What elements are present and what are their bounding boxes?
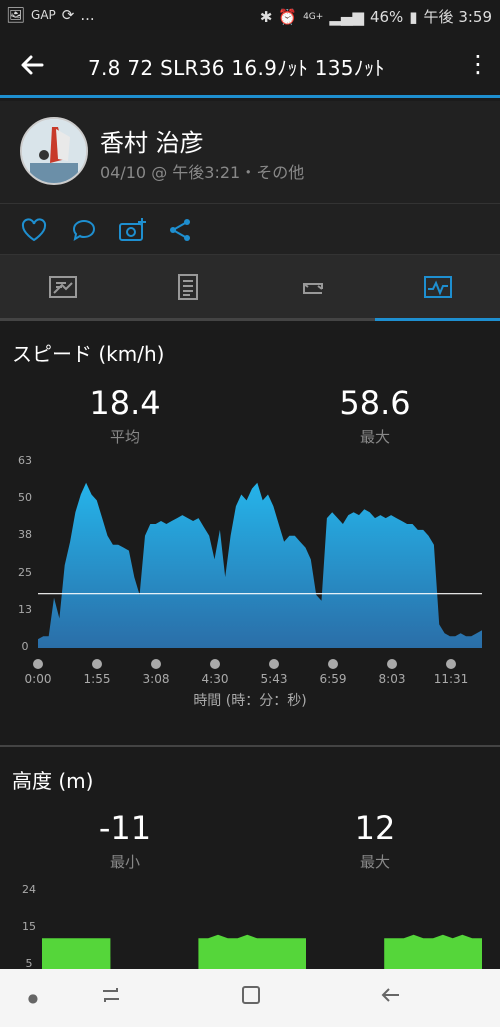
- add-photo-icon[interactable]: [118, 216, 146, 244]
- status-ellipsis: ...: [80, 6, 95, 24]
- status-app-label: GAP: [31, 8, 56, 22]
- avatar[interactable]: [20, 117, 88, 185]
- speed-max-label: 最大: [359, 428, 390, 446]
- bluetooth-icon: ✱: [259, 7, 273, 26]
- activity-header: 香村 治彦 04/10 @ 午後3:21・その他: [0, 101, 500, 204]
- chart-icon: [423, 275, 452, 298]
- speed-x-marker[interactable]: [328, 659, 338, 669]
- speed-avg-label: 平均: [109, 428, 140, 446]
- speed-x-tick: 3:08: [142, 672, 170, 686]
- tab-details[interactable]: [125, 255, 250, 318]
- tab-charts[interactable]: [375, 255, 500, 321]
- speed-x-tick: 0:00: [24, 672, 52, 686]
- activity-title: 7.8 72 SLR36 16.9ﾉｯﾄ 135ﾉｯﾄ: [88, 56, 385, 80]
- altitude-max-value: 12: [354, 809, 396, 847]
- speed-x-tick: 4:30: [201, 672, 229, 686]
- social-actions: [0, 204, 500, 255]
- comment-icon[interactable]: [70, 216, 98, 244]
- map-flag-icon: [48, 275, 77, 298]
- altitude-section: 高度 (m) -11 最小 12 最大 24 15 5: [0, 747, 500, 970]
- back-nav-icon[interactable]: [376, 983, 406, 1013]
- top-bar: 7.8 72 SLR36 16.9ﾉｯﾄ 135ﾉｯﾄ ⋮: [0, 30, 500, 98]
- speed-x-axis-title: 時間 (時：分：秒): [193, 693, 307, 709]
- speed-max-value: 58.6: [339, 384, 411, 422]
- battery-percent: 46%: [369, 7, 404, 26]
- altitude-chart: [42, 934, 482, 969]
- altitude-area: [42, 938, 111, 969]
- speed-x-tick: 8:03: [378, 672, 406, 686]
- battery-icon: ▮: [409, 7, 418, 26]
- tab-overview[interactable]: [0, 255, 125, 318]
- altitude-title: 高度 (m): [12, 769, 94, 793]
- speed-x-marker[interactable]: [269, 659, 279, 669]
- document-icon: [177, 273, 198, 300]
- altitude-min-value: -11: [98, 809, 152, 847]
- altitude-min-label: 最小: [109, 853, 140, 871]
- tab-laps[interactable]: [250, 255, 375, 318]
- speed-chart: [33, 482, 482, 669]
- speed-title: スピード (km/h): [12, 342, 165, 366]
- speed-x-tick: 6:59: [319, 672, 347, 686]
- speed-x-tick: 11:31: [433, 672, 469, 686]
- system-nav-bar: ●: [0, 969, 500, 1027]
- speed-x-tick: 5:43: [260, 672, 288, 686]
- activity-meta: 04/10 @ 午後3:21・その他: [100, 163, 305, 182]
- clock: 午後 3:59: [423, 8, 492, 26]
- loop-icon: [302, 282, 323, 294]
- network-label: 4G+: [303, 11, 324, 22]
- speed-section: スピード (km/h) 18.4 平均 58.6 最大 63 50 38 25 13 0 …: [0, 322, 500, 744]
- nav-dot-icon[interactable]: ●: [18, 983, 48, 1013]
- speed-area: [38, 482, 482, 648]
- activity-tabs: [0, 255, 500, 321]
- more-options-icon[interactable]: ⋮: [466, 50, 490, 80]
- image-icon: 🖼: [6, 6, 26, 24]
- avatar-image: [22, 119, 86, 183]
- speed-x-marker[interactable]: [92, 659, 102, 669]
- altitude-area: [384, 934, 482, 969]
- speed-x-marker[interactable]: [151, 659, 161, 669]
- user-name: 香村 治彦: [100, 129, 204, 157]
- speed-x-marker[interactable]: [33, 659, 43, 669]
- back-arrow-icon[interactable]: [16, 48, 50, 82]
- status-bar: 🖼 GAP ⟳ ... ✱ ⏰ 4G+ ▂▄▆ 46% ▮ 午後 3:59: [0, 0, 500, 30]
- share-icon[interactable]: [167, 216, 195, 244]
- speed-x-marker[interactable]: [210, 659, 220, 669]
- speed-x-marker[interactable]: [446, 659, 456, 669]
- speed-x-marker[interactable]: [387, 659, 397, 669]
- altitude-max-label: 最大: [359, 853, 390, 871]
- sync-icon: ⟳: [61, 6, 75, 24]
- home-icon[interactable]: [236, 983, 266, 1013]
- signal-icon: ▂▄▆: [329, 7, 364, 26]
- recent-apps-icon[interactable]: [96, 983, 126, 1013]
- back-arrow-svg: [21, 55, 44, 75]
- speed-x-tick: 1:55: [83, 672, 111, 686]
- speed-avg-value: 18.4: [89, 384, 161, 422]
- like-heart-icon[interactable]: [20, 216, 48, 244]
- altitude-area: [198, 934, 306, 969]
- alarm-icon: ⏰: [278, 7, 298, 26]
